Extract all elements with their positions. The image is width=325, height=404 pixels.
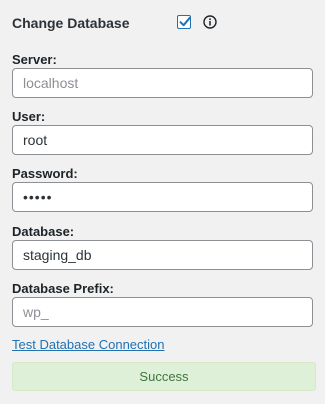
password-input[interactable]: ••••• <box>12 182 313 212</box>
info-icon[interactable] <box>203 15 217 29</box>
password-label: Password: <box>12 166 78 181</box>
test-database-connection-link[interactable]: Test Database Connection <box>12 337 164 352</box>
server-label: Server: <box>12 52 57 67</box>
server-input[interactable]: localhost <box>12 68 313 98</box>
change-database-title: Change Database <box>12 15 130 31</box>
check-icon <box>179 16 191 27</box>
user-label: User: <box>12 109 46 124</box>
status-message: Success <box>12 362 316 391</box>
change-database-checkbox[interactable] <box>177 15 191 29</box>
database-label: Database: <box>12 224 75 239</box>
user-input[interactable]: root <box>12 125 313 155</box>
database-prefix-label: Database Prefix: <box>12 281 114 296</box>
change-database-panel: Change Database Server: localhost User: … <box>0 0 325 404</box>
database-input[interactable]: staging_db <box>12 240 313 270</box>
database-prefix-input[interactable]: wp_ <box>12 297 313 327</box>
